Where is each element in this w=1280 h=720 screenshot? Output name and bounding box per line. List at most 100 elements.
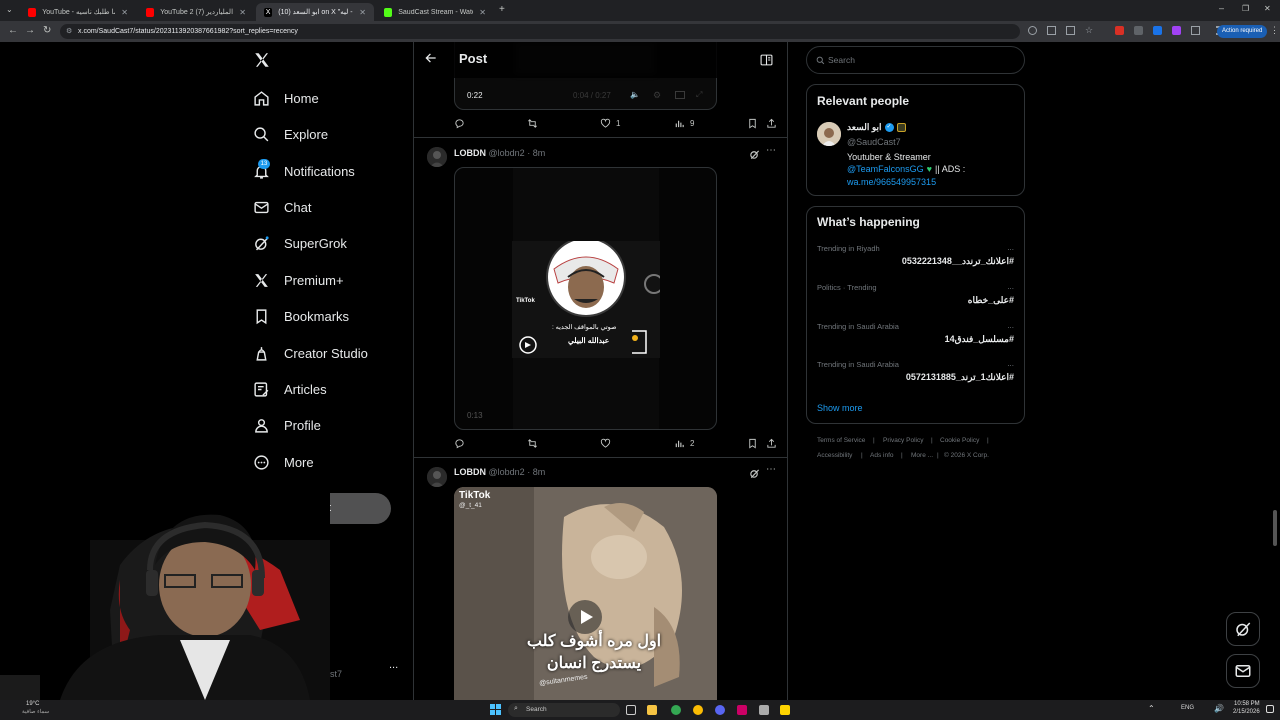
discord-icon[interactable]: [715, 705, 725, 715]
app-icon[interactable]: [759, 705, 769, 715]
browser-tab-active[interactable]: X ابو السعد (10) on X "ميمز - ليه... ✕: [256, 3, 374, 21]
kebab-menu-icon[interactable]: ⋮: [1270, 25, 1279, 36]
share-button[interactable]: [766, 438, 777, 449]
nav-chat[interactable]: Chat: [253, 195, 311, 219]
extension-icon[interactable]: [1153, 26, 1163, 35]
page-scrollbar[interactable]: [1273, 510, 1277, 546]
person-name[interactable]: ابو السعد ✓: [847, 122, 906, 133]
show-more-link[interactable]: Show more: [817, 403, 863, 413]
bio-mention-link[interactable]: @TeamFalconsGG: [847, 164, 924, 174]
views-button[interactable]: 9: [674, 118, 694, 129]
star-icon[interactable]: ☆: [1085, 26, 1093, 35]
close-window-icon[interactable]: ✕: [1264, 4, 1271, 13]
footer-link-terms[interactable]: Terms of Service: [817, 437, 865, 444]
nav-home[interactable]: Home: [253, 86, 319, 110]
app-icon[interactable]: [737, 705, 747, 715]
notification-center-icon[interactable]: [1266, 705, 1274, 713]
nav-explore[interactable]: Explore: [253, 122, 328, 146]
account-handle-fragment[interactable]: st7: [330, 669, 342, 679]
chrome-icon[interactable]: [693, 705, 703, 715]
url-field[interactable]: ⚙ x.com/SaudCast7/status/202311392038766…: [60, 24, 1020, 39]
pip-icon[interactable]: [675, 91, 685, 99]
share-icon[interactable]: [1066, 26, 1075, 35]
like-button[interactable]: 1: [600, 118, 620, 129]
settings-icon[interactable]: ⚙: [653, 90, 661, 101]
footer-link-ads[interactable]: Ads info: [870, 452, 894, 459]
file-explorer-icon[interactable]: [647, 705, 657, 715]
avatar[interactable]: [427, 147, 447, 167]
site-info-icon[interactable]: ⚙: [66, 27, 72, 35]
post-author[interactable]: LOBDN @lobdn2 · 8m: [454, 148, 545, 158]
bookmark-button[interactable]: [747, 118, 758, 129]
new-tab-icon[interactable]: +: [499, 4, 505, 15]
x-logo[interactable]: [253, 51, 271, 74]
extension-icon[interactable]: [1134, 26, 1144, 35]
avatar[interactable]: [427, 467, 447, 487]
nav-premium[interactable]: Premium+: [253, 268, 344, 292]
avatar[interactable]: [817, 122, 841, 146]
reader-view-icon[interactable]: [760, 53, 773, 71]
action-required-button[interactable]: Action required: [1217, 25, 1268, 38]
tab-list-dropdown-icon[interactable]: ⌄: [6, 5, 13, 14]
repost-button[interactable]: [527, 438, 538, 449]
taskbar-search[interactable]: ⌕ Search: [508, 703, 620, 717]
volume-icon[interactable]: 🔊: [1214, 704, 1224, 713]
task-view-icon[interactable]: [626, 705, 636, 715]
post-more-icon[interactable]: ⋯: [766, 145, 776, 156]
like-button[interactable]: [600, 438, 611, 449]
forward-icon[interactable]: →: [25, 25, 35, 36]
close-tab-icon[interactable]: ✕: [239, 8, 246, 17]
nav-supergrok[interactable]: SuperGrok: [253, 231, 347, 255]
app-icon[interactable]: [780, 705, 790, 715]
video-player[interactable]: TikTok @_t_41 اول مره أشوف كلب يستدرج ان…: [454, 487, 717, 700]
trend-more-icon[interactable]: ...: [1007, 321, 1014, 330]
clock-date[interactable]: 2/15/2026: [1233, 709, 1260, 715]
language-indicator[interactable]: ENG: [1181, 705, 1194, 711]
reload-icon[interactable]: ↻: [43, 25, 51, 36]
views-button[interactable]: 2: [674, 438, 694, 449]
clock-time[interactable]: 10:58 PM: [1234, 701, 1260, 707]
video-player[interactable]: TikTok صوتي بالمواقف الجديه : عبدالله ال…: [454, 167, 717, 430]
share-button[interactable]: [766, 118, 777, 129]
fullscreen-icon[interactable]: ⤢: [696, 90, 702, 100]
restore-window-icon[interactable]: ❐: [1242, 4, 1249, 13]
close-tab-icon[interactable]: ✕: [121, 8, 128, 17]
puzzle-icon[interactable]: [1191, 26, 1201, 35]
trend-more-icon[interactable]: ...: [1007, 359, 1014, 368]
grok-analyze-icon[interactable]: [749, 466, 760, 484]
browser-tab[interactable]: SaudCast Stream - Watch Live - ✕: [376, 3, 494, 21]
footer-link-more[interactable]: More ...: [911, 452, 933, 459]
close-tab-icon[interactable]: ✕: [359, 8, 366, 17]
reply-button[interactable]: [454, 118, 465, 129]
bio-link[interactable]: wa.me/966549957315: [847, 177, 936, 187]
browser-tab[interactable]: YouTube - ما طلبك ناسيه ✕: [20, 3, 136, 21]
cast-icon[interactable]: [1047, 26, 1056, 35]
mute-icon[interactable]: 🔈: [630, 90, 640, 99]
footer-link-cookie[interactable]: Cookie Policy: [940, 437, 979, 444]
back-arrow-icon[interactable]: [424, 51, 438, 70]
repost-button[interactable]: [527, 118, 538, 129]
extension-icon[interactable]: [1172, 26, 1182, 35]
grok-analyze-icon[interactable]: [749, 147, 760, 165]
extension-red-icon[interactable]: [1115, 26, 1125, 35]
nav-articles[interactable]: Articles: [253, 377, 327, 401]
extensions-icons[interactable]: ☆: [1028, 26, 1245, 35]
post-author[interactable]: LOBDN @lobdn2 · 8m: [454, 467, 545, 477]
zoom-icon[interactable]: [1028, 26, 1037, 35]
windows-start-icon[interactable]: [490, 704, 501, 715]
nav-creator-studio[interactable]: Creator Studio: [253, 341, 368, 365]
post-more-icon[interactable]: ⋯: [766, 464, 776, 475]
bookmark-button[interactable]: [747, 438, 758, 449]
messages-fab[interactable]: [1226, 654, 1260, 688]
back-icon[interactable]: ←: [8, 25, 18, 36]
weather-temp[interactable]: 19°C: [26, 701, 39, 707]
reply-button[interactable]: [454, 438, 465, 449]
chrome-icon[interactable]: [671, 705, 681, 715]
play-button[interactable]: [568, 600, 602, 634]
nav-bookmarks[interactable]: Bookmarks: [253, 304, 349, 328]
browser-tab[interactable]: YouTube 2 (7) تحدي الملياردير - ✕: [138, 3, 254, 21]
tray-chevron-icon[interactable]: ⌃: [1148, 704, 1155, 713]
close-tab-icon[interactable]: ✕: [479, 8, 486, 17]
grok-fab[interactable]: [1226, 612, 1260, 646]
nav-profile[interactable]: Profile: [253, 413, 321, 437]
